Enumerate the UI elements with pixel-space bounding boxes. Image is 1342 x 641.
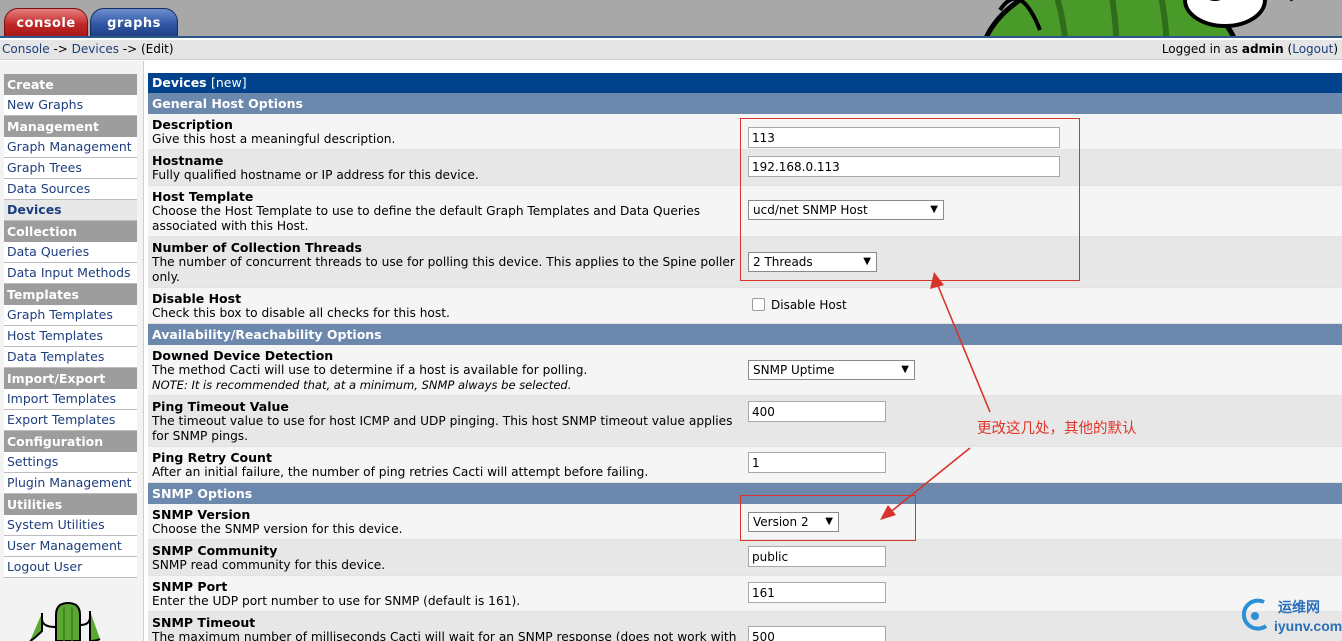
watermark-en: iyunv.com	[1274, 618, 1342, 634]
watermark-logo-icon	[1241, 598, 1268, 631]
watermark: 运维网 iyunv.com	[1238, 594, 1342, 641]
watermark-cn: 运维网	[1278, 600, 1320, 616]
red-arrow-icon	[880, 272, 991, 520]
